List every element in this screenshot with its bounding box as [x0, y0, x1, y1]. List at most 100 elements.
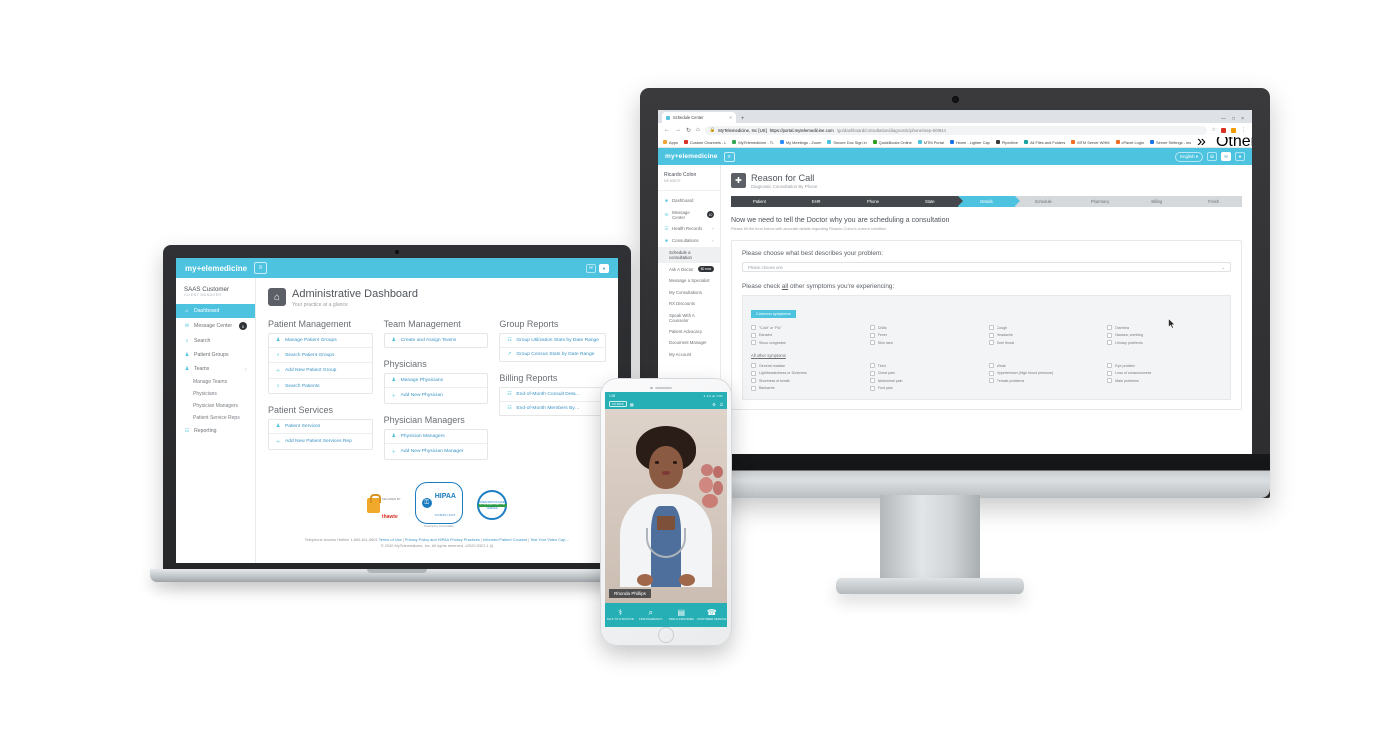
symptom-checkbox[interactable]: Hypertension (High blood pressure): [988, 370, 1104, 376]
sidebar-item-manage-teams[interactable]: Manage Teams: [176, 376, 255, 388]
footer-link-terms[interactable]: Terms of Use: [379, 537, 402, 542]
link-group-utilization-stats[interactable]: ☷ Group Utilization Stats by Date Range: [500, 334, 605, 348]
step-details[interactable]: Details: [958, 196, 1020, 207]
bookmarks-overflow-icon[interactable]: »: [1197, 137, 1206, 147]
checkbox-icon[interactable]: [988, 332, 994, 338]
hamburger-menu-icon[interactable]: ≡: [723, 151, 735, 162]
sidebar-item-my-account[interactable]: My Account: [658, 349, 720, 360]
checkbox-icon[interactable]: [1107, 340, 1113, 345]
link-physician-managers[interactable]: ♟ Physician Managers: [384, 430, 488, 444]
sidebar-item-dashboard[interactable]: ■ Dashboard: [658, 195, 720, 206]
checkbox-icon[interactable]: [1107, 332, 1113, 338]
close-window-icon[interactable]: ×: [1241, 116, 1244, 122]
language-selector[interactable]: English ▾: [1175, 151, 1203, 162]
sidebar-item-teams[interactable]: ♟ Teams ˅: [176, 362, 255, 376]
forward-icon[interactable]: →: [675, 127, 681, 134]
sidebar-item-patient-advocacy[interactable]: Patient Advocacy: [658, 326, 720, 337]
sidebar-item-message-center[interactable]: ✉ Message Center 0: [176, 318, 255, 334]
step-schedule[interactable]: Schedule: [1014, 196, 1077, 207]
link-add-new-patient-group[interactable]: ＋ Add New Patient Group: [269, 363, 372, 379]
checkbox-icon[interactable]: [869, 378, 875, 383]
toolbar-actions[interactable]: ☆ ⋮: [1212, 127, 1246, 133]
window-controls[interactable]: — □ ×: [1221, 116, 1248, 123]
symptom-checkbox[interactable]: General malaise: [751, 363, 866, 368]
step-phone[interactable]: Phone: [844, 196, 907, 207]
link-eom-members-by[interactable]: ☷ End-of-Month Members By…: [500, 402, 605, 415]
checkbox-icon[interactable]: [1107, 363, 1113, 368]
symptom-checkbox[interactable]: Cough: [988, 325, 1104, 330]
bookmark-item[interactable]: cPanel Login: [1115, 140, 1144, 145]
checkbox-icon[interactable]: [988, 363, 994, 368]
link-group-census-stats[interactable]: ↗ Group Census Stats by Date Range: [500, 348, 605, 361]
grid-menu-icon[interactable]: ▦: [630, 402, 634, 407]
maximize-icon[interactable]: □: [1232, 116, 1235, 122]
cart-icon[interactable]: ⛁: [1207, 152, 1217, 161]
checkbox-icon[interactable]: [1107, 325, 1113, 330]
nav-talk-to-a-doctor[interactable]: ⚕ TALK TO A DOCTOR: [605, 603, 636, 627]
step-pharmacy[interactable]: Pharmacy: [1071, 196, 1134, 207]
bookmark-item[interactable]: Home - Lighter Cap: [949, 140, 990, 145]
sidebar-item-patient-groups[interactable]: ♟ Patient Groups: [176, 348, 255, 362]
symptom-checkbox[interactable]: Loss of consciousness: [1107, 370, 1222, 376]
sidebar-item-dashboard[interactable]: ⌂ Dashboard: [176, 304, 255, 318]
address-bar[interactable]: 🔒 MyTelemedicine, Inc [US] https://porta…: [704, 125, 1207, 135]
link-manage-physicians[interactable]: ♟ Manage Physicians: [384, 374, 488, 388]
back-icon[interactable]: ←: [664, 127, 670, 134]
bookmark-item[interactable]: QuickBooks Online: [872, 140, 912, 145]
checkbox-icon[interactable]: [869, 385, 875, 391]
sidebar-item-speak-with-a-counselor[interactable]: Speak With A Counselor: [658, 309, 720, 325]
footer-link-video-test[interactable]: Test Your Video Cap…: [530, 537, 569, 542]
symptom-checkbox[interactable]: Skin rash: [869, 340, 985, 345]
video-call-feed[interactable]: Rhonda Phillips: [605, 409, 727, 603]
checkbox-icon[interactable]: [988, 378, 994, 383]
step-billing[interactable]: Billing: [1128, 196, 1191, 207]
checkbox-icon[interactable]: [869, 363, 875, 368]
nav-find-a-provider[interactable]: ▤ FIND A PROVIDER: [666, 603, 697, 627]
settings-gear-icon[interactable]: ⚙: [712, 402, 716, 407]
symptom-checkbox[interactable]: Tired: [869, 363, 985, 368]
link-add-new-physician-manager[interactable]: ＋ Add New Physician Manager: [385, 444, 488, 459]
bookmarks-overflow[interactable]: » Other bookmarks: [1197, 137, 1252, 147]
app-logo[interactable]: my+elemedicine: [665, 153, 718, 160]
sidebar-item-rx-discounts[interactable]: RX Discounts: [658, 298, 720, 309]
sidebar-item-ask-a-doctor[interactable]: Ask A Doctor $0 now: [658, 263, 720, 275]
footer-link-consent[interactable]: Informed Patient Consent: [483, 537, 527, 542]
symptom-checkbox[interactable]: Headache: [988, 332, 1104, 338]
power-end-call-icon[interactable]: ⏻: [720, 402, 723, 407]
sidebar-item-physician-managers[interactable]: Physician Managers: [176, 400, 255, 412]
browser-tab[interactable]: Schedule Center ×: [662, 112, 736, 123]
symptom-checkbox[interactable]: Weak: [988, 363, 1104, 368]
sidebar-item-physicians[interactable]: Physicians: [176, 388, 255, 400]
checkbox-icon[interactable]: [751, 385, 756, 391]
symptom-checkbox[interactable]: Sore throat: [988, 340, 1104, 345]
go-back-button[interactable]: GO BACK: [609, 400, 627, 408]
hamburger-menu-icon[interactable]: ≡: [254, 262, 268, 274]
sidebar-item-message-a-specialist[interactable]: Message a Specialist: [658, 275, 720, 286]
checkbox-icon[interactable]: [751, 378, 756, 383]
link-add-new-patient-services-rep[interactable]: ＋ Add New Patient Services Rep: [269, 434, 372, 449]
bookmark-item[interactable]: MTM Portal: [917, 140, 944, 145]
symptom-checkbox[interactable]: Urinary problems: [1107, 340, 1222, 345]
user-avatar[interactable]: ●: [599, 263, 609, 273]
sidebar-item-message-center[interactable]: ✉ Message Center 10: [658, 206, 720, 222]
mail-icon[interactable]: ✉: [586, 263, 596, 273]
symptom-checkbox[interactable]: Nausea, vomiting: [1107, 332, 1222, 338]
step-finish[interactable]: Finish: [1185, 196, 1243, 207]
bookmark-item[interactable]: Pipedrive: [995, 140, 1018, 145]
home-icon[interactable]: ⌂: [696, 127, 700, 134]
checkbox-icon[interactable]: [869, 332, 875, 338]
link-manage-patient-groups[interactable]: ♟ Manage Patient Groups: [269, 334, 372, 348]
sidebar-item-document-manager[interactable]: Document Manager: [658, 337, 720, 348]
sidebar-item-my-consultations[interactable]: My Consultations: [658, 287, 720, 298]
checkbox-icon[interactable]: [869, 325, 875, 330]
checkbox-icon[interactable]: [751, 340, 756, 345]
symptom-checkbox[interactable]: Foot pain: [869, 385, 985, 391]
symptom-checkbox[interactable]: Chest pain: [869, 370, 985, 376]
link-patient-services[interactable]: ♟ Patient Services: [269, 420, 372, 434]
symptom-checkbox[interactable]: "Cold" or "Flu": [751, 325, 866, 330]
checkbox-icon[interactable]: [988, 325, 994, 330]
nav-buttons[interactable]: ← → ↻ ⌂: [664, 127, 700, 134]
link-search-patient-groups[interactable]: ⌕ Search Patient Groups: [269, 348, 372, 363]
symptom-checkbox[interactable]: Backache: [751, 385, 866, 391]
checkbox-icon[interactable]: [1107, 370, 1113, 376]
